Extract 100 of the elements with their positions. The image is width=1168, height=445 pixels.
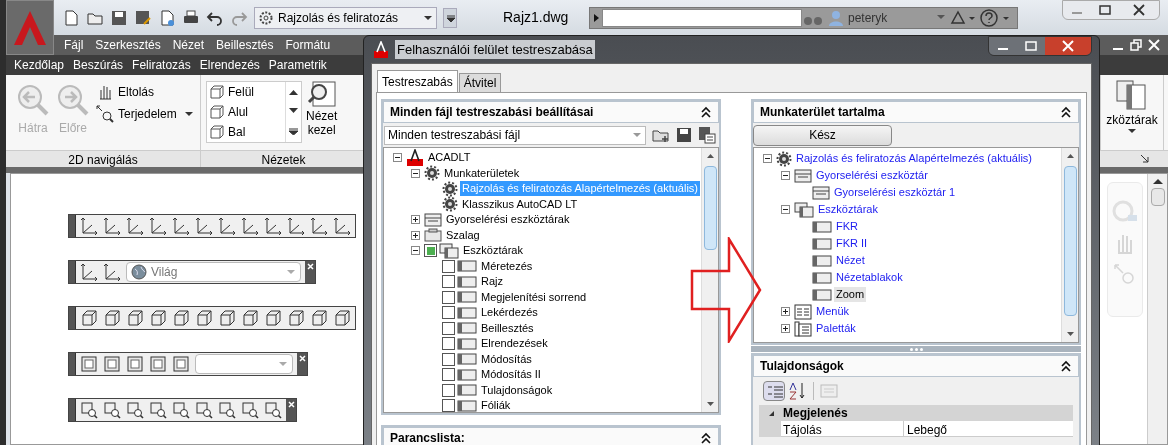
- new-file-icon[interactable]: [62, 8, 80, 27]
- cube-icon[interactable]: [287, 309, 305, 327]
- tree-item[interactable]: Méretezés: [479, 258, 535, 274]
- view-item[interactable]: Bal: [207, 122, 285, 142]
- tree-item[interactable]: Lekérdezés: [479, 305, 540, 321]
- tree-item[interactable]: FKR: [834, 219, 860, 235]
- ribbon-tab[interactable]: Beszúrás: [73, 56, 124, 74]
- scrollbar[interactable]: [1061, 148, 1078, 342]
- tree-item[interactable]: Paletták: [814, 321, 858, 337]
- close-icon[interactable]: [287, 401, 295, 408]
- publish-icon[interactable]: [158, 8, 176, 27]
- tree-item[interactable]: Megjelenítési sorrend: [479, 289, 589, 305]
- view-item[interactable]: Alul: [207, 102, 285, 122]
- zoom-icon[interactable]: [103, 401, 121, 419]
- expand-toggle-icon[interactable]: [780, 324, 790, 334]
- splitter-handle[interactable]: [751, 346, 1081, 352]
- axes-icon[interactable]: [218, 217, 236, 235]
- collapse-toggle-icon[interactable]: [392, 153, 402, 163]
- collapse-icon[interactable]: [1060, 360, 1072, 372]
- tree-item[interactable]: Elrendezések: [479, 336, 550, 352]
- tree-item[interactable]: Rajzolás és feliratozás Alapértelmezés (aktuális): [794, 151, 1034, 167]
- close-icon[interactable]: [1045, 37, 1091, 55]
- tree-item[interactable]: Szalag: [444, 227, 482, 243]
- sort-alphabetical-icon[interactable]: [789, 381, 807, 401]
- close-icon[interactable]: [298, 355, 306, 362]
- tree-item[interactable]: Eszköztárak: [461, 243, 525, 259]
- filter-dropdown[interactable]: Minden testreszabási fájl: [384, 125, 646, 145]
- dropdown-field[interactable]: [195, 354, 293, 374]
- cube-icon[interactable]: [241, 309, 259, 327]
- tab[interactable]: Átvitel: [458, 73, 502, 92]
- scrollbar[interactable]: [701, 148, 718, 412]
- scroll-thumb[interactable]: [1150, 188, 1165, 206]
- tree-item[interactable]: Tulajdonságok: [479, 382, 555, 398]
- property-value[interactable]: Lebegő: [904, 421, 1073, 436]
- tree-item[interactable]: Beillesztés: [479, 320, 536, 336]
- cube-icon[interactable]: [333, 309, 351, 327]
- expand-toggle-icon[interactable]: [410, 230, 420, 240]
- view-manager-button[interactable]: Nézet kezel: [306, 81, 338, 137]
- tree-item[interactable]: Fóliák: [479, 398, 513, 412]
- view-item[interactable]: Felül: [207, 82, 285, 102]
- cube-icon[interactable]: [80, 309, 98, 327]
- ribbon-tab[interactable]: Kezdőlap: [14, 56, 65, 74]
- checkbox[interactable]: [442, 383, 455, 397]
- tree-item[interactable]: Nézetablakok: [834, 270, 905, 286]
- triangle-network-icon[interactable]: [949, 8, 977, 27]
- axes-icon[interactable]: [80, 217, 98, 235]
- viewport-icon[interactable]: [80, 355, 98, 373]
- zoom-icon[interactable]: [172, 401, 190, 419]
- ribbon-button[interactable]: Terjedelem: [96, 105, 193, 123]
- checkbox[interactable]: [442, 337, 455, 351]
- tree-item[interactable]: Nézet: [834, 253, 867, 269]
- dropdown-field[interactable]: Világ: [126, 262, 301, 282]
- zoom-icon[interactable]: [218, 401, 236, 419]
- menu-item[interactable]: Beillesztés: [216, 36, 274, 54]
- tree-item[interactable]: Módosítás II: [479, 367, 543, 383]
- axes-icon[interactable]: [103, 217, 121, 235]
- axes-icon[interactable]: [333, 217, 351, 235]
- menu-item[interactable]: Formátu: [285, 36, 331, 54]
- cube-icon[interactable]: [195, 309, 213, 327]
- collapse-icon[interactable]: [1060, 106, 1072, 118]
- scroll-down-icon[interactable]: [289, 108, 298, 115]
- minimize-icon[interactable]: [989, 37, 1017, 55]
- collapse-icon[interactable]: [700, 106, 712, 118]
- collapse-toggle-icon[interactable]: [410, 168, 420, 178]
- dialog-launcher-icon[interactable]: [1140, 154, 1150, 164]
- collapse-toggle-icon[interactable]: [410, 246, 420, 256]
- checkbox[interactable]: [442, 290, 455, 304]
- grip-handle[interactable]: [69, 215, 76, 237]
- scroll-thumb[interactable]: [704, 166, 717, 250]
- menu-item[interactable]: Szerkesztés: [95, 36, 161, 54]
- document-list-icon[interactable]: [698, 126, 716, 144]
- restore-icon[interactable]: [1130, 39, 1142, 51]
- viewport-icon[interactable]: [126, 355, 144, 373]
- axes-icon[interactable]: [264, 217, 282, 235]
- axes-icon[interactable]: [149, 217, 167, 235]
- tree-item[interactable]: ACADLT: [426, 150, 473, 166]
- search-field[interactable]: [602, 8, 802, 27]
- save-icon[interactable]: [676, 127, 692, 143]
- close-icon[interactable]: [1148, 39, 1160, 51]
- tree-item[interactable]: Gyorselérési eszköztár: [814, 168, 930, 184]
- checkbox[interactable]: [442, 399, 455, 412]
- viewport-icon[interactable]: [172, 355, 190, 373]
- customize-caret-icon[interactable]: [443, 7, 457, 28]
- more-icon[interactable]: [289, 128, 298, 136]
- checkbox[interactable]: [442, 321, 455, 335]
- cube-icon[interactable]: [172, 309, 190, 327]
- viewport-icon[interactable]: [103, 355, 121, 373]
- open-folder-icon[interactable]: [652, 127, 670, 143]
- grip-handle[interactable]: [69, 261, 76, 283]
- axes-icon[interactable]: [287, 217, 305, 235]
- tree-item[interactable]: Gyorselérési eszköztár 1: [832, 185, 958, 201]
- zoom-icon[interactable]: [149, 401, 167, 419]
- ribbon-tab[interactable]: Feliratozás: [132, 56, 191, 74]
- ribbon-button[interactable]: Eltolás: [96, 83, 193, 101]
- tree-item[interactable]: Munkaterületek: [442, 165, 522, 181]
- tree-item[interactable]: FKR II: [834, 236, 870, 252]
- menu-item[interactable]: Nézet: [172, 36, 205, 54]
- close-icon[interactable]: [306, 263, 314, 270]
- axes-icon[interactable]: [241, 217, 259, 235]
- scroll-up-icon[interactable]: [1152, 178, 1163, 184]
